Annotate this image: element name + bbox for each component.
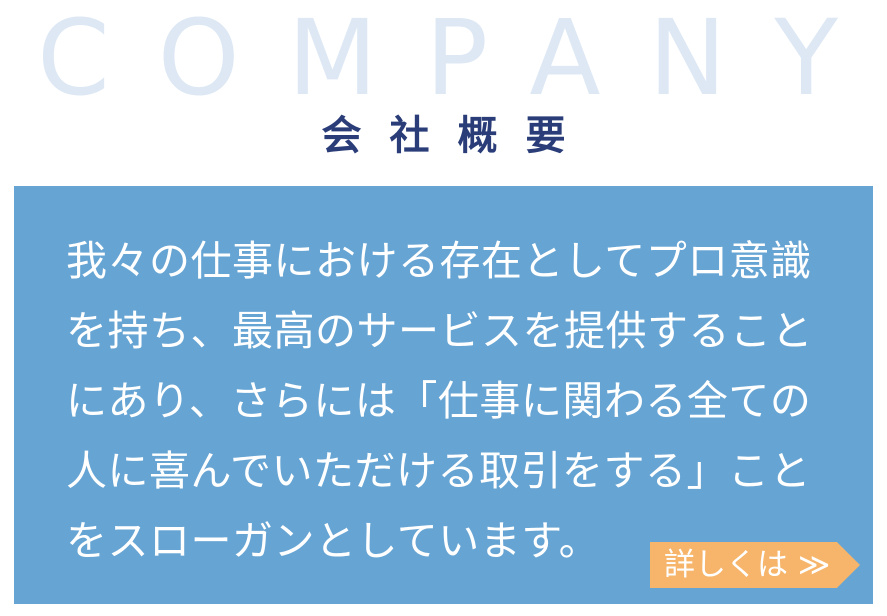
message-line: 人に喜んでいただける取引をする」こと (66, 447, 811, 495)
read-more-button[interactable]: 詳しくは ≫ (650, 542, 860, 588)
message-line: を持ち、最高のサービスを提供すること (66, 307, 813, 355)
message-line: 我々の仕事における存在としてプロ意識 (66, 237, 812, 285)
section-title-japanese: 会社概要 (321, 113, 594, 159)
section-title-english: COMPANY (37, 0, 886, 119)
company-section: COMPANY 会社概要 我々の仕事における存在としてプロ意識 を持ち、最高のサ… (0, 0, 887, 616)
read-more-label: 詳しくは ≫ (664, 547, 831, 583)
message-line: にあり、さらには「仕事に関わる全ての (66, 377, 812, 425)
company-message-panel: 我々の仕事における存在としてプロ意識 を持ち、最高のサービスを提供すること にあ… (14, 186, 873, 604)
company-message: 我々の仕事における存在としてプロ意識 を持ち、最高のサービスを提供すること にあ… (66, 226, 846, 576)
